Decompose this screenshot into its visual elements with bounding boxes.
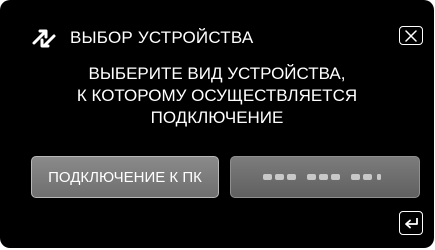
instruction-line: ПОДКЛЮЧЕНИЕ: [150, 108, 284, 127]
device-option-button[interactable]: [230, 156, 420, 198]
back-button[interactable]: [399, 211, 423, 235]
page-title: ВЫБОР УСТРОЙСТВА: [70, 28, 254, 47]
device-connection-arrows-icon: [32, 29, 56, 48]
camera-menu-screen: ВЫБОР УСТРОЙСТВА ВЫБЕРИТЕ ВИД УСТРОЙСТВА…: [0, 0, 434, 248]
return-arrow-icon: [405, 218, 418, 229]
connect-to-pc-button[interactable]: ПОДКЛЮЧЕНИЕ К ПК: [31, 156, 219, 198]
close-button[interactable]: [399, 26, 423, 45]
close-icon: [405, 29, 417, 42]
obscured-label: [263, 174, 381, 180]
instruction-text: ВЫБЕРИТЕ ВИД УСТРОЙСТВА, К КОТОРОМУ ОСУЩ…: [0, 63, 434, 129]
instruction-line: ВЫБЕРИТЕ ВИД УСТРОЙСТВА,: [88, 64, 346, 83]
instruction-line: К КОТОРОМУ ОСУЩЕСТВЛЯЕТСЯ: [76, 86, 358, 105]
